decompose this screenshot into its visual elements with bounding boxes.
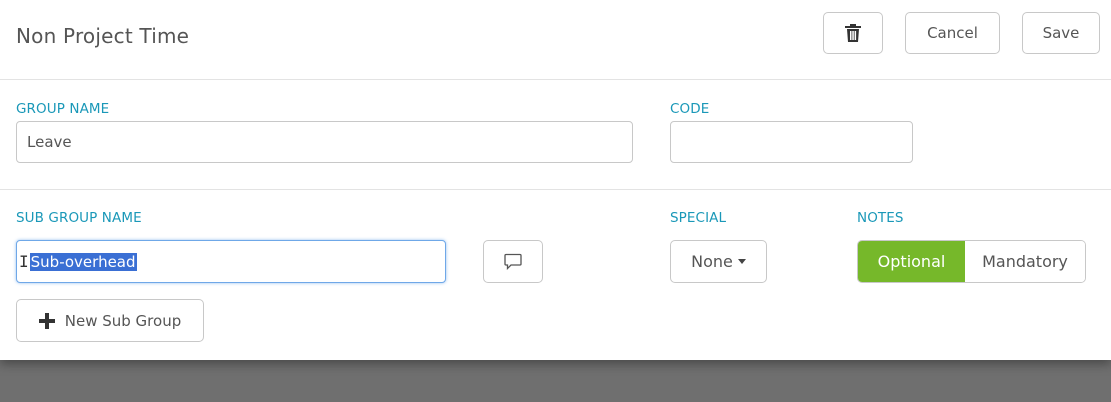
new-sub-group-label: New Sub Group bbox=[64, 311, 182, 330]
special-dropdown[interactable]: None bbox=[670, 240, 767, 283]
notes-toggle: Optional Mandatory bbox=[857, 240, 1086, 283]
new-sub-group-button[interactable]: New Sub Group bbox=[16, 299, 204, 342]
caret-down-icon bbox=[737, 259, 746, 264]
sub-group-name-value: Sub-overhead bbox=[29, 252, 137, 271]
code-field[interactable] bbox=[670, 121, 913, 163]
group-name-value: Leave bbox=[27, 133, 72, 151]
group-name-label: GROUP NAME bbox=[16, 101, 110, 117]
sub-group-name-label: SUB GROUP NAME bbox=[16, 210, 142, 226]
cancel-button[interactable]: Cancel bbox=[905, 12, 1000, 54]
non-project-time-dialog: Non Project Time Cancel Save GROUP NAME … bbox=[0, 0, 1111, 360]
dialog-header: Non Project Time Cancel Save bbox=[0, 0, 1111, 80]
delete-button[interactable] bbox=[823, 12, 883, 54]
special-label: SPECIAL bbox=[670, 210, 727, 226]
sub-group-name-field[interactable]: I Sub-overhead bbox=[16, 240, 446, 283]
notes-option-mandatory[interactable]: Mandatory bbox=[965, 241, 1085, 282]
code-label: CODE bbox=[670, 101, 710, 117]
save-button[interactable]: Save bbox=[1022, 12, 1100, 54]
special-value: None bbox=[691, 252, 733, 271]
notes-label: NOTES bbox=[857, 210, 904, 226]
notes-option-optional[interactable]: Optional bbox=[858, 241, 965, 282]
trash-icon bbox=[845, 24, 861, 42]
text-cursor-icon: I bbox=[19, 252, 29, 271]
dialog-title: Non Project Time bbox=[16, 24, 190, 48]
comment-icon bbox=[504, 253, 522, 270]
comment-button[interactable] bbox=[483, 240, 543, 283]
section-divider bbox=[0, 189, 1111, 190]
group-name-field[interactable]: Leave bbox=[16, 121, 633, 163]
plus-icon bbox=[38, 312, 55, 329]
